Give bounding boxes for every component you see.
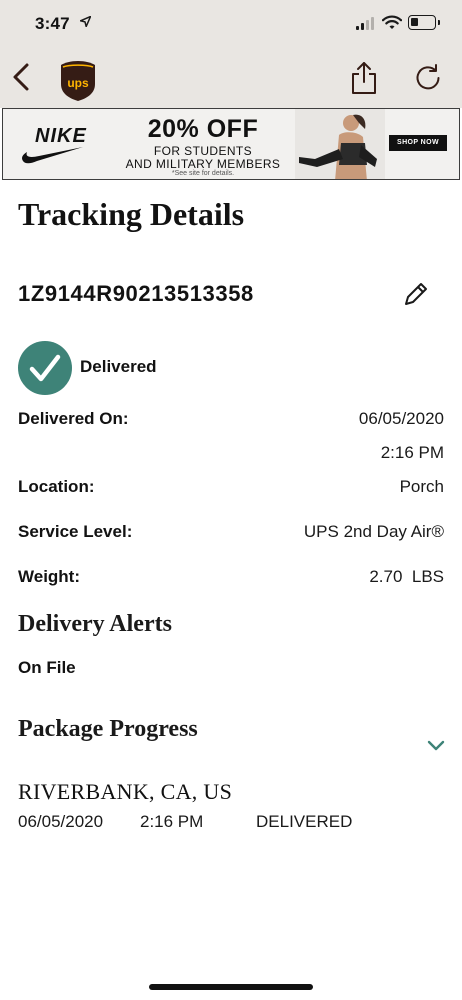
status-time: 3:47: [35, 14, 70, 33]
delivery-alerts-value: On File: [18, 658, 76, 677]
status-bar: 3:47: [0, 0, 462, 48]
delivery-alerts-heading: Delivery Alerts: [18, 611, 172, 637]
delivery-status: Delivered: [80, 357, 157, 376]
weight-value: 2.70 LBS: [369, 567, 444, 586]
ad-subline-2: AND MILITARY MEMBERS: [125, 157, 281, 171]
home-indicator[interactable]: [149, 984, 313, 990]
svg-text:ups: ups: [67, 76, 89, 90]
battery-icon: [408, 15, 440, 30]
progress-event-date: 06/05/2020: [18, 812, 104, 831]
ad-fine-print: *See site for details.: [171, 170, 235, 177]
cellular-signal-icon: [356, 17, 376, 30]
service-level-value: UPS 2nd Day Air®: [303, 522, 444, 541]
delivered-status-badge: [18, 341, 72, 395]
package-progress-heading: Package Progress: [18, 716, 198, 742]
location-label: Location:: [18, 477, 95, 496]
nav-bar: ups: [0, 48, 462, 108]
progress-event-location: RIVERBANK, CA, US: [18, 779, 233, 804]
progress-event-status: DELIVERED: [256, 812, 353, 831]
ad-banner[interactable]: NIKE 20% OFF FOR STUDENTS AND MILITARY M…: [2, 108, 460, 180]
ad-subline-1: FOR STUDENTS: [153, 144, 253, 158]
checkmark-icon: [29, 354, 61, 382]
page-title: Tracking Details: [18, 196, 245, 232]
share-icon[interactable]: [350, 61, 378, 95]
nike-swoosh-icon: [22, 147, 83, 164]
tracking-number: 1Z9144R90213513358: [18, 281, 254, 306]
back-chevron-icon[interactable]: [10, 62, 32, 92]
ad-headline: 20% OFF: [147, 115, 259, 143]
progress-event-time: 2:16 PM: [140, 812, 204, 831]
refresh-icon[interactable]: [414, 64, 442, 92]
chevron-down-icon[interactable]: [424, 736, 448, 756]
weight-label: Weight:: [18, 567, 81, 586]
ad-athlete-image: [295, 109, 385, 179]
wifi-icon: [382, 15, 402, 29]
location-value: Porch: [399, 477, 444, 496]
ups-logo: ups: [61, 61, 95, 101]
shop-now-button[interactable]: SHOP NOW: [389, 135, 447, 151]
delivered-on-label: Delivered On:: [18, 409, 129, 428]
location-arrow-icon: [80, 16, 91, 27]
delivered-on-date: 06/05/2020: [358, 409, 444, 428]
delivered-on-time: 2:16 PM: [380, 443, 444, 462]
service-level-label: Service Level:: [18, 522, 133, 541]
pencil-icon[interactable]: [400, 278, 432, 310]
